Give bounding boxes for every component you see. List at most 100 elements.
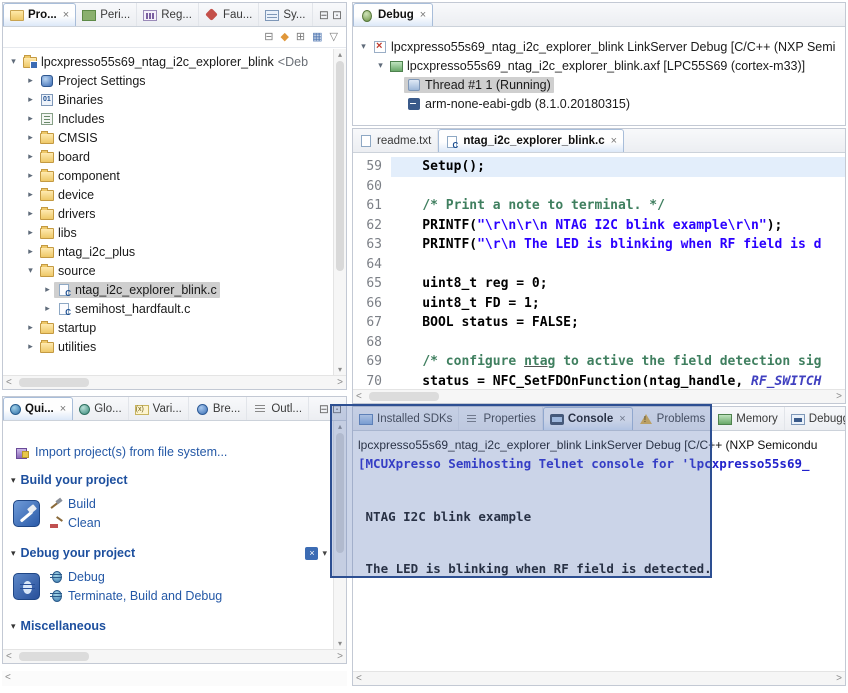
twist-icon[interactable]: ▸	[41, 303, 54, 314]
console-tab-debugge[interactable]: Debugge	[785, 407, 845, 430]
quickstart-link-build[interactable]: Build	[49, 494, 101, 513]
quickstart-link-terminate-build-and-debug[interactable]: Terminate, Build and Debug	[49, 586, 222, 605]
project-item-includes[interactable]: ▸ Includes	[3, 109, 333, 128]
project-item-project-settings[interactable]: ▸ Project Settings	[3, 71, 333, 90]
debug-item-arm-none-eabi-gdb-8-1-0-20180315[interactable]: arm-none-eabi-gdb (8.1.0.20180315)	[353, 94, 845, 113]
filters-icon[interactable]: ▦	[312, 31, 322, 43]
close-icon[interactable]: ×	[420, 9, 426, 21]
line-number[interactable]: 62	[353, 216, 391, 236]
line-number[interactable]: 59	[353, 157, 391, 177]
scroll-left-icon[interactable]: <	[356, 390, 362, 403]
console-tab-properties[interactable]: Properties	[459, 407, 543, 430]
twist-icon[interactable]: ▾	[374, 60, 387, 71]
project-item-startup[interactable]: ▸ startup	[3, 318, 333, 337]
line-number[interactable]: 61	[353, 196, 391, 216]
twist-icon[interactable]: ▸	[24, 132, 37, 143]
quickstart-tab-bre[interactable]: Bre...	[189, 397, 248, 420]
scroll-left-icon[interactable]: <	[356, 672, 362, 685]
project-explorer-tab-sy[interactable]: Sy...	[259, 3, 313, 26]
editor-tab-readme-txt[interactable]: readme.txt	[353, 129, 439, 152]
quickstart-tab-glo[interactable]: Glo...	[73, 397, 129, 420]
scroll-up-icon[interactable]: ▴	[334, 50, 346, 59]
scrollbar-thumb[interactable]	[19, 378, 89, 387]
code-line[interactable]: 63 PRINTF("\r\n The LED is blinking when…	[353, 235, 845, 255]
twist-icon[interactable]: ▸	[24, 208, 37, 219]
bottom-left-horizontal-scrollbar[interactable]: <	[2, 671, 347, 686]
project-item-source[interactable]: ▾ source	[3, 261, 333, 280]
collapse-triangle-icon[interactable]: ▾	[11, 621, 16, 632]
code-line[interactable]: 69 /* configure ntag to active the field…	[353, 352, 845, 372]
maximize-icon[interactable]: ⊡	[332, 8, 342, 22]
project-item-binaries[interactable]: ▸Binaries	[3, 90, 333, 109]
scroll-up-icon[interactable]: ▴	[334, 422, 346, 431]
dropdown-arrow-icon[interactable]: ▾	[322, 548, 327, 559]
close-icon[interactable]: ×	[619, 413, 625, 425]
project-item-ntag-i2c-plus[interactable]: ▸ ntag_i2c_plus	[3, 242, 333, 261]
code-line[interactable]: 67 BOOL status = FALSE;	[353, 313, 845, 333]
scrollbar-thumb[interactable]	[336, 61, 344, 271]
close-icon[interactable]: ×	[611, 135, 617, 147]
scroll-right-icon[interactable]: >	[337, 650, 343, 663]
twist-icon[interactable]: ▸	[24, 189, 37, 200]
scroll-right-icon[interactable]: >	[836, 672, 842, 685]
line-number[interactable]: 68	[353, 333, 391, 353]
twist-icon[interactable]: ▾	[24, 265, 37, 276]
maximize-icon[interactable]: ⊡	[332, 402, 342, 416]
line-number[interactable]: 66	[353, 294, 391, 314]
code-line[interactable]: 59 Setup();	[353, 157, 845, 177]
stop-build-icon[interactable]: ×	[305, 546, 319, 560]
collapse-triangle-icon[interactable]: ▾	[11, 475, 16, 486]
code-line[interactable]: 64	[353, 255, 845, 275]
project-item-cmsis[interactable]: ▸ CMSIS	[3, 128, 333, 147]
code-line[interactable]: 60	[353, 177, 845, 197]
twist-icon[interactable]: ▸	[24, 227, 37, 238]
code-line[interactable]: 70 status = NFC_SetFDOnFunction(ntag_han…	[353, 372, 845, 390]
close-icon[interactable]: ×	[60, 403, 66, 415]
scroll-right-icon[interactable]: >	[836, 390, 842, 403]
project-item-ntag-i2c-explorer-blink-c[interactable]: ▸ntag_i2c_explorer_blink.c	[3, 280, 333, 299]
project-tree-horizontal-scrollbar[interactable]: < >	[3, 375, 346, 389]
scroll-left-icon[interactable]: <	[6, 376, 12, 389]
debug-item-lpcxpresso55s69-ntag-i2c-explorer-blink-linkserver-debug-c-c-nxp-semi[interactable]: ▾lpcxpresso55s69_ntag_i2c_explorer_blink…	[353, 37, 845, 56]
twist-icon[interactable]: ▸	[24, 341, 37, 352]
close-icon[interactable]: ×	[63, 9, 69, 21]
line-number[interactable]: 65	[353, 274, 391, 294]
twist-icon[interactable]: ▸	[24, 113, 37, 124]
twist-icon[interactable]: ▸	[24, 94, 37, 105]
project-item-component[interactable]: ▸ component	[3, 166, 333, 185]
twist-icon[interactable]: ▸	[24, 151, 37, 162]
scrollbar-thumb[interactable]	[19, 652, 89, 661]
project-explorer-tab-fau[interactable]: Fau...	[199, 3, 260, 26]
quickstart-link-clean[interactable]: Clean	[49, 513, 101, 532]
project-item-device[interactable]: ▸ device	[3, 185, 333, 204]
quickstart-tab-qui[interactable]: Qui... ×	[3, 397, 74, 420]
code-line[interactable]: 66 uint8_t FD = 1;	[353, 294, 845, 314]
twist-icon[interactable]: ▸	[41, 284, 54, 295]
debug-item-lpcxpresso55s69-ntag-i2c-explorer-blink-axf-lpc55s69-cortex-m33[interactable]: ▾ lpcxpresso55s69_ntag_i2c_explorer_blink…	[353, 56, 845, 75]
twist-icon[interactable]: ▸	[24, 75, 37, 86]
scroll-left-icon[interactable]: <	[5, 671, 11, 684]
project-item-lpcxpresso55s69-ntag-i2c-explorer-blink[interactable]: ▾ lpcxpresso55s69_ntag_i2c_explorer_blink…	[3, 52, 333, 71]
collapse-all-icon[interactable]: ⊟	[264, 31, 273, 43]
project-explorer-tab-pro[interactable]: Pro... ×	[3, 3, 77, 26]
code-editor[interactable]: 59 Setup(); 60 61 /* Print a note to termi…	[353, 153, 845, 389]
quickstart-horizontal-scrollbar[interactable]: < >	[3, 649, 346, 663]
console-tab-installed-sdks[interactable]: Installed SDKs	[353, 407, 460, 430]
editor-horizontal-scrollbar[interactable]: < >	[353, 389, 845, 403]
editor-tab-ntag-i2c-explorer-blink-c[interactable]: ntag_i2c_explorer_blink.c ×	[438, 129, 625, 152]
quickstart-section-miscellaneous[interactable]: ▾ Miscellaneous	[11, 619, 327, 633]
view-menu-icon[interactable]: ▽	[330, 31, 338, 43]
console-horizontal-scrollbar[interactable]: < >	[353, 671, 845, 685]
quickstart-section-build-your-project[interactable]: ▾ Build your project	[11, 473, 327, 487]
debug-view-tab-debug[interactable]: Debug ×	[353, 3, 434, 26]
line-number[interactable]: 67	[353, 313, 391, 333]
line-number[interactable]: 64	[353, 255, 391, 275]
code-line[interactable]: 62 PRINTF("\r\n\r\n NTAG I2C blink examp…	[353, 216, 845, 236]
project-item-drivers[interactable]: ▸ drivers	[3, 204, 333, 223]
twist-icon[interactable]: ▾	[357, 41, 370, 52]
expand-all-icon[interactable]: ⊞	[296, 31, 305, 43]
minimize-icon[interactable]: ⊟	[319, 402, 329, 416]
scrollbar-thumb[interactable]	[369, 392, 439, 401]
code-line[interactable]: 68	[353, 333, 845, 353]
scroll-left-icon[interactable]: <	[6, 650, 12, 663]
